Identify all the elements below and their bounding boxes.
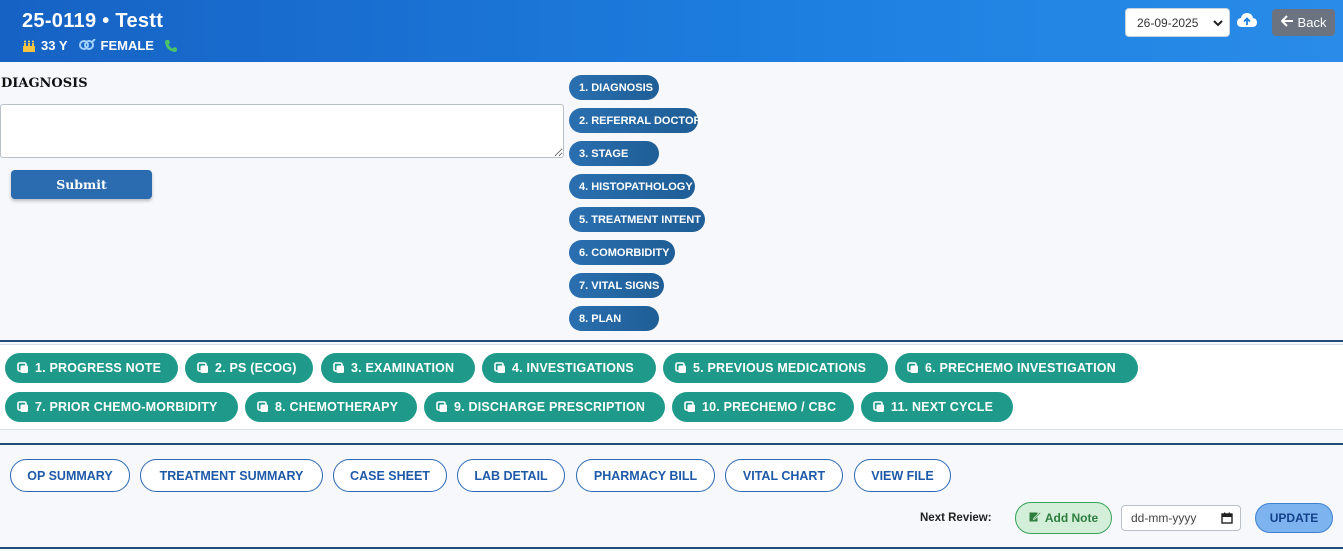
section-comorbidity[interactable]: 6. COMORBIDITY: [569, 240, 675, 265]
tool-next-cycle[interactable]: 11. NEXT CYCLE: [861, 392, 1013, 422]
divider: [0, 443, 1343, 445]
tool-label: 1. PROGRESS NOTE: [35, 361, 162, 375]
copy-icon: [436, 401, 448, 413]
vital-chart-button[interactable]: VITAL CHART: [725, 459, 843, 492]
add-note-button[interactable]: Add Note: [1015, 502, 1112, 534]
patient-meta: 33 Y FEMALE: [22, 38, 183, 53]
back-button[interactable]: Back: [1272, 9, 1335, 36]
phone-icon[interactable]: [164, 39, 178, 53]
diagnosis-input[interactable]: [0, 104, 564, 158]
diagnosis-label: DIAGNOSIS: [1, 76, 88, 91]
section-plan[interactable]: 8. PLAN: [569, 306, 659, 331]
tool-label: 4. INVESTIGATIONS: [512, 361, 634, 375]
calendar-icon[interactable]: [1221, 512, 1233, 527]
patient-age: 33 Y: [41, 38, 68, 53]
next-review-date-input[interactable]: dd-mm-yyyy: [1121, 505, 1241, 531]
copy-icon: [197, 362, 209, 374]
tool-ps-ecog[interactable]: 2. PS (ECOG): [185, 353, 313, 383]
tool-investigations[interactable]: 4. INVESTIGATIONS: [482, 353, 656, 383]
tool-chemotherapy[interactable]: 8. CHEMOTHERAPY: [245, 392, 417, 422]
chevron-down-icon: [1213, 17, 1223, 31]
tool-label: 10. PRECHEMO / CBC: [702, 400, 837, 414]
copy-icon: [675, 362, 687, 374]
section-treatment-intent[interactable]: 5. TREATMENT INTENT: [569, 207, 705, 232]
patient-title: 25-0119 • Testt: [22, 10, 164, 32]
section-vital-signs[interactable]: 7. VITAL SIGNS: [569, 273, 664, 298]
view-file-button[interactable]: VIEW FILE: [854, 459, 951, 492]
visit-date-value: 26-09-2025: [1137, 15, 1199, 30]
patient-header: 25-0119 • Testt 33 Y FEMALE 26-09-2025 B…: [0, 0, 1343, 62]
back-button-label: Back: [1297, 15, 1327, 30]
pharmacy-bill-button[interactable]: PHARMACY BILL: [576, 459, 715, 492]
note-edit-icon: [1029, 511, 1042, 525]
tool-previous-medications[interactable]: 5. PREVIOUS MEDICATIONS: [663, 353, 888, 383]
tool-prechemo-cbc[interactable]: 10. PRECHEMO / CBC: [672, 392, 854, 422]
tool-label: 6. PRECHEMO INVESTIGATION: [925, 361, 1116, 375]
cloud-upload-icon[interactable]: [1236, 11, 1258, 31]
tool-label: 2. PS (ECOG): [215, 361, 297, 375]
section-referral-doctor[interactable]: 2. REFERRAL DOCTOR: [569, 108, 701, 133]
tool-discharge-prescription[interactable]: 9. DISCHARGE PRESCRIPTION: [424, 392, 665, 422]
section-stage[interactable]: 3. STAGE: [569, 141, 659, 166]
section-histopathology[interactable]: 4. HISTOPATHOLOGY: [569, 174, 695, 199]
tool-progress-note[interactable]: 1. PROGRESS NOTE: [5, 353, 178, 383]
tool-label: 8. CHEMOTHERAPY: [275, 400, 399, 414]
next-review-label: Next Review:: [920, 512, 992, 524]
divider: [0, 547, 1343, 549]
divider: [0, 340, 1343, 342]
case-sheet-button[interactable]: CASE SHEET: [333, 459, 447, 492]
copy-icon: [907, 362, 919, 374]
visit-date-select[interactable]: 26-09-2025: [1125, 8, 1230, 37]
cake-icon: [22, 39, 36, 53]
update-button[interactable]: UPDATE: [1255, 503, 1333, 533]
section-diagnosis[interactable]: 1. DIAGNOSIS: [569, 75, 659, 100]
treatment-summary-button[interactable]: TREATMENT SUMMARY: [140, 459, 323, 492]
copy-icon: [684, 401, 696, 413]
copy-icon: [17, 401, 29, 413]
tool-label: 11. NEXT CYCLE: [891, 400, 994, 414]
copy-icon: [17, 362, 29, 374]
tool-label: 5. PREVIOUS MEDICATIONS: [693, 361, 867, 375]
tool-prior-chemo-morbidity[interactable]: 7. PRIOR CHEMO-MORBIDITY: [5, 392, 238, 422]
patient-gender: FEMALE: [100, 38, 154, 53]
copy-icon: [873, 401, 885, 413]
tool-label: 3. EXAMINATION: [351, 361, 455, 375]
gender-icon: [78, 38, 96, 53]
add-note-label: Add Note: [1044, 511, 1099, 525]
arrow-left-icon: [1280, 15, 1294, 30]
tool-prechemo-investigation[interactable]: 6. PRECHEMO INVESTIGATION: [895, 353, 1138, 383]
tool-examination[interactable]: 3. EXAMINATION: [321, 353, 475, 383]
tool-label: 7. PRIOR CHEMO-MORBIDITY: [35, 400, 218, 414]
copy-icon: [333, 362, 345, 374]
lab-detail-button[interactable]: LAB DETAIL: [457, 459, 565, 492]
section-list: 1. DIAGNOSIS 2. REFERRAL DOCTOR 3. STAGE…: [569, 75, 705, 339]
submit-button[interactable]: Submit: [11, 170, 152, 199]
tool-buttons-panel: 1. PROGRESS NOTE 2. PS (ECOG) 3. EXAMINA…: [0, 344, 1343, 430]
op-summary-button[interactable]: OP SUMMARY: [10, 459, 130, 492]
tool-label: 9. DISCHARGE PRESCRIPTION: [454, 400, 646, 414]
copy-icon: [494, 362, 506, 374]
copy-icon: [257, 401, 269, 413]
date-placeholder: dd-mm-yyyy: [1131, 511, 1197, 525]
